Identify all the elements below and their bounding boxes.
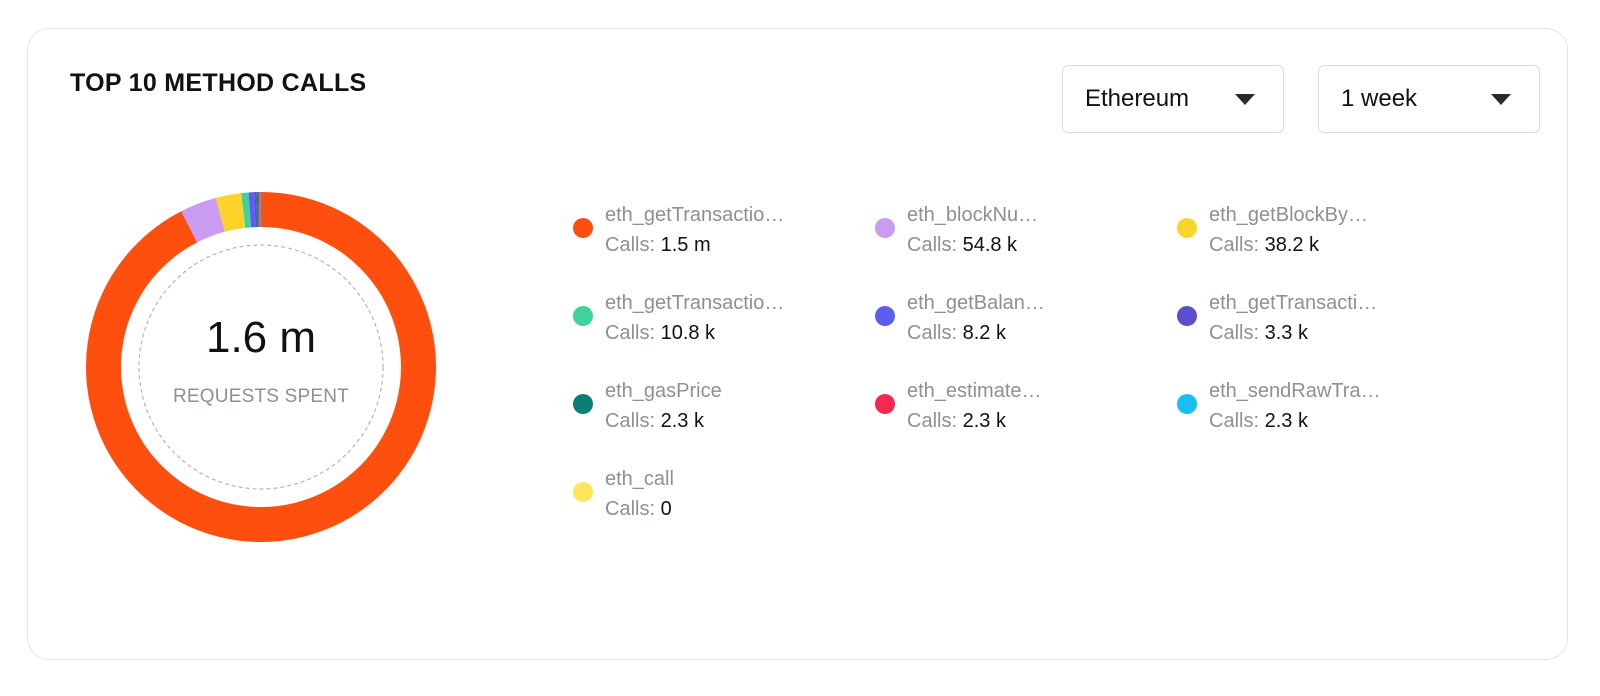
donut-chart [85, 192, 437, 542]
network-select[interactable]: Ethereum [1062, 65, 1284, 133]
legend-dot-icon [573, 306, 593, 326]
legend-calls-label: Calls: [605, 234, 661, 256]
legend-dot-icon [875, 306, 895, 326]
legend-calls-value: 1.5 m [660, 234, 711, 256]
legend-dot-icon [875, 218, 895, 238]
legend-method-name: eth_getBlockBy… [1209, 204, 1368, 226]
legend-dot-icon [573, 482, 593, 502]
legend-method-name: eth_blockNu… [907, 204, 1039, 226]
legend-calls-value: 54.8 k [962, 234, 1018, 256]
period-select-value: 1 week [1341, 85, 1418, 112]
legend-item-2[interactable]: eth_blockNu… Calls: 54.8 k [875, 204, 1165, 266]
legend-calls-value: 8.2 k [962, 322, 1006, 344]
legend-calls: Calls: 3.3 k [1209, 322, 1308, 345]
legend-calls-label: Calls: [1209, 322, 1265, 344]
legend-calls: Calls: 1.5 m [605, 234, 711, 257]
legend-method-name: eth_sendRawTra… [1209, 380, 1381, 402]
legend-calls-value: 38.2 k [1264, 234, 1320, 256]
caret-down-icon [1235, 93, 1255, 105]
legend-item-4[interactable]: eth_getTransactio… Calls: 10.8 k [573, 292, 863, 354]
legend-calls-label: Calls: [907, 322, 963, 344]
legend-item-3[interactable]: eth_getBlockBy… Calls: 38.2 k [1177, 204, 1467, 266]
legend-calls: Calls: 2.3 k [907, 410, 1006, 433]
legend-calls-label: Calls: [1209, 234, 1265, 256]
network-select-value: Ethereum [1085, 85, 1190, 112]
legend-dot-icon [1177, 218, 1197, 238]
legend-calls: Calls: 38.2 k [1209, 234, 1319, 257]
legend-dot-icon [573, 218, 593, 238]
legend-method-name: eth_call [605, 468, 674, 490]
legend-calls-label: Calls: [907, 410, 963, 432]
legend-calls-label: Calls: [605, 410, 661, 432]
legend-calls: Calls: 10.8 k [605, 322, 715, 345]
legend-calls: Calls: 8.2 k [907, 322, 1006, 345]
total-requests-label: REQUESTS SPENT [173, 386, 349, 407]
legend-calls-value: 0 [660, 498, 672, 520]
legend-calls-value: 10.8 k [660, 322, 716, 344]
legend-item-9[interactable]: eth_sendRawTra… Calls: 2.3 k [1177, 380, 1467, 442]
legend-calls: Calls: 54.8 k [907, 234, 1017, 257]
total-requests-value: 1.6 m [205, 313, 317, 362]
chart-legend: eth_getTransactio… Calls: 1.5 m eth_blockN… [573, 204, 1473, 564]
legend-method-name: eth_getTransacti… [1209, 292, 1378, 314]
donut-inner-dashed-ring [138, 244, 384, 490]
legend-dot-icon [1177, 394, 1197, 414]
legend-calls-label: Calls: [907, 234, 963, 256]
method-calls-card: TOP 10 METHOD CALLS Ethereum 1 week 1.6 … [27, 28, 1568, 660]
legend-item-8[interactable]: eth_estimate… Calls: 2.3 k [875, 380, 1165, 442]
legend-calls-label: Calls: [605, 498, 661, 520]
legend-calls-value: 2.3 k [962, 410, 1006, 432]
legend-dot-icon [573, 394, 593, 414]
card-title: TOP 10 METHOD CALLS [70, 69, 367, 97]
legend-method-name: eth_getBalan… [907, 292, 1045, 314]
legend-calls-value: 2.3 k [1264, 410, 1308, 432]
legend-dot-icon [1177, 306, 1197, 326]
period-select[interactable]: 1 week [1318, 65, 1540, 133]
legend-item-7[interactable]: eth_gasPrice Calls: 2.3 k [573, 380, 863, 442]
legend-calls-label: Calls: [1209, 410, 1265, 432]
legend-calls-value: 3.3 k [1264, 322, 1308, 344]
legend-method-name: eth_gasPrice [605, 380, 722, 402]
legend-item-5[interactable]: eth_getBalan… Calls: 8.2 k [875, 292, 1165, 354]
legend-calls: Calls: 2.3 k [1209, 410, 1308, 433]
legend-calls-value: 2.3 k [660, 410, 704, 432]
legend-calls: Calls: 2.3 k [605, 410, 704, 433]
legend-dot-icon [875, 394, 895, 414]
legend-item-1[interactable]: eth_getTransactio… Calls: 1.5 m [573, 204, 863, 266]
legend-calls-label: Calls: [605, 322, 661, 344]
legend-item-10[interactable]: eth_call Calls: 0 [573, 468, 863, 530]
legend-method-name: eth_estimate… [907, 380, 1042, 402]
legend-method-name: eth_getTransactio… [605, 204, 785, 226]
caret-down-icon [1491, 93, 1511, 105]
legend-calls: Calls: 0 [605, 498, 672, 521]
legend-item-6[interactable]: eth_getTransacti… Calls: 3.3 k [1177, 292, 1467, 354]
legend-method-name: eth_getTransactio… [605, 292, 785, 314]
